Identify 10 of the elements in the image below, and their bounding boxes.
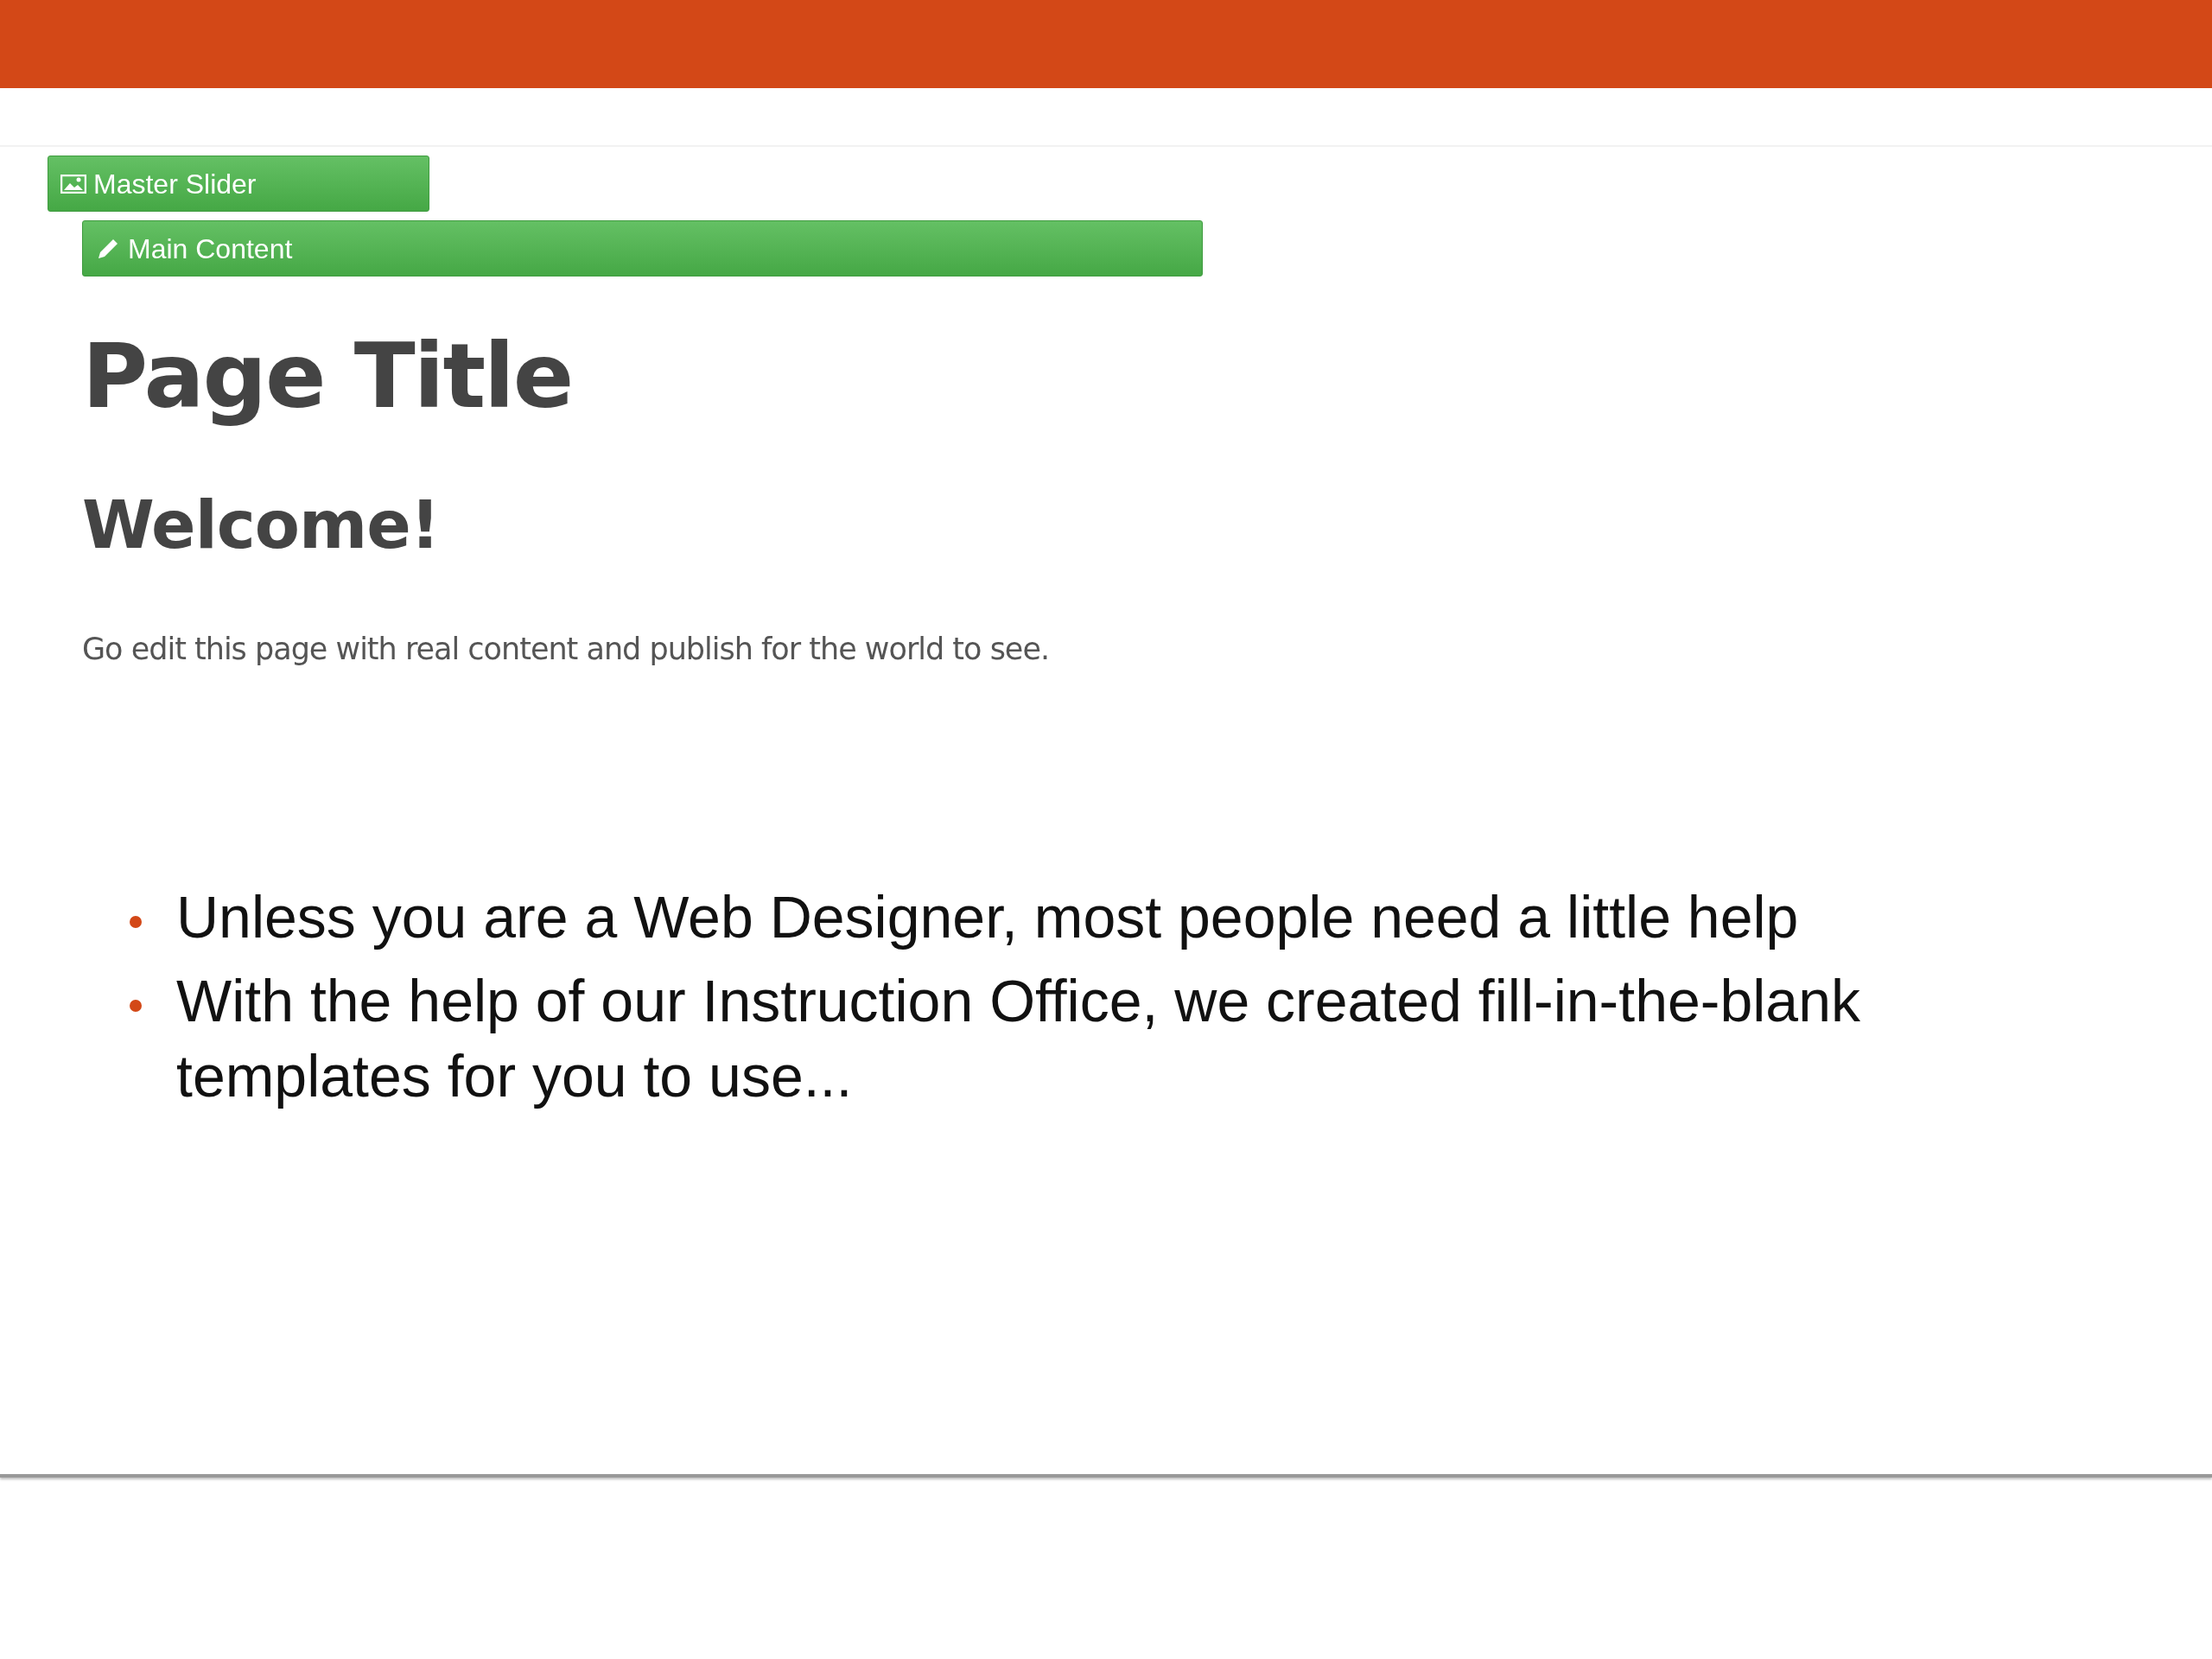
master-slider-bar[interactable]: Master Slider <box>48 156 429 212</box>
page-title: Page Title <box>82 322 574 430</box>
welcome-heading: Welcome! <box>82 486 441 565</box>
image-icon <box>60 174 86 194</box>
bullet-text: With the help of our Instruction Office, we created fill-in-the-blank templates for you to use... <box>176 966 1861 1110</box>
bullet-text: Unless you are a Web Designer, most people need a little help <box>176 882 1799 951</box>
main-content-bar[interactable]: Main Content <box>82 220 1203 276</box>
intro-paragraph: Go edit this page with real content and publish for the world to see. <box>82 631 1051 668</box>
bullet-icon <box>130 999 142 1012</box>
bullet-icon <box>130 915 142 928</box>
